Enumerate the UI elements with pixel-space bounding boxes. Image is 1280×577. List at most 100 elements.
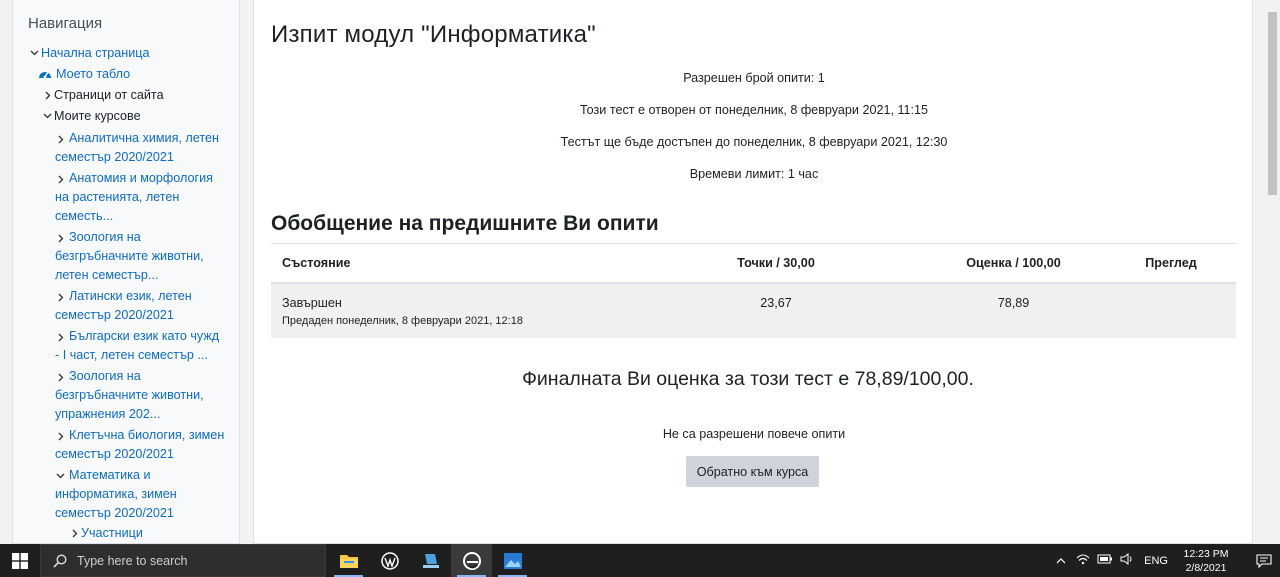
nav-course-label[interactable]: Латински език, летен — [55, 287, 239, 306]
nav-course-label[interactable]: семестър 2020/2021 — [55, 445, 239, 464]
nav-course-label[interactable]: информатика, зимен — [55, 485, 239, 504]
nav-course-label[interactable]: семестър 2020/2021 — [55, 148, 239, 167]
nav-course-label[interactable]: семестър 2020/2021 — [55, 504, 239, 523]
taskbar-wordpress[interactable] — [369, 544, 410, 577]
folder-icon — [339, 554, 358, 568]
nav-course-label[interactable]: семестър 2020/2021 — [55, 306, 239, 325]
nav-course-item[interactable]: Клетъчна биология, зимен семестър 2020/2… — [13, 425, 239, 465]
attempt-state: Завършен — [282, 295, 342, 310]
edge-browser-icon — [462, 551, 481, 570]
chevron-right-icon — [54, 288, 67, 309]
nav-item-participants[interactable]: Участници — [13, 524, 239, 543]
nav-course-label[interactable]: Зоология на — [55, 228, 239, 247]
system-tray: ENG 12:23 PM 2/8/2021 — [1050, 544, 1280, 577]
taskbar-search-box[interactable]: Type here to search — [40, 544, 326, 577]
taskbar-photos[interactable] — [492, 544, 533, 577]
search-icon — [53, 553, 67, 568]
clock-time: 12:23 PM — [1183, 547, 1229, 560]
notification-center-icon[interactable] — [1248, 553, 1280, 568]
attempts-summary-title: Обобщение на предишните Ви опити — [271, 212, 659, 235]
nav-course-label[interactable]: безгръбначните животни, — [55, 247, 239, 266]
scrollbar-thumb[interactable] — [1268, 12, 1277, 195]
attempts-allowed-text: Разрешен брой опити: 1 — [683, 71, 825, 85]
chevron-down-icon — [28, 44, 41, 63]
nav-course-label[interactable]: семесть... — [55, 207, 239, 226]
chevron-right-icon — [54, 368, 67, 389]
nav-dashboard-label[interactable]: Моето табло — [56, 65, 130, 84]
page-scrollbar[interactable] — [1265, 0, 1280, 544]
nav-course-item-expanded[interactable]: Математика и информатика, зимен семестър… — [13, 465, 239, 524]
chevron-right-icon — [41, 86, 54, 107]
nav-course-item[interactable]: Зоология на безгръбначните животни, упра… — [13, 366, 239, 425]
taskbar-clock[interactable]: 12:23 PM 2/8/2021 — [1178, 547, 1234, 575]
page-title: Изпит модул "Информатика" — [271, 21, 596, 48]
nav-my-courses-label[interactable]: Моите курсове — [54, 107, 141, 126]
nav-course-label[interactable]: Зоология на — [55, 367, 239, 386]
start-button[interactable] — [0, 544, 40, 577]
wifi-icon[interactable] — [1072, 553, 1094, 568]
no-more-attempts-text: Не са разрешени повече опити — [662, 427, 846, 441]
nav-item-home[interactable]: Начална страница — [13, 44, 239, 65]
photos-icon — [503, 552, 522, 569]
nav-course-item[interactable]: Зоология на безгръбначните животни, лете… — [13, 227, 239, 286]
nav-course-label[interactable]: Анатомия и морфология — [55, 169, 239, 188]
chevron-right-icon — [54, 130, 67, 151]
chevron-right-icon — [54, 170, 67, 191]
navigation-block: Навигация Начална страница Моето табло С… — [12, 0, 240, 544]
taskbar: Type here to search ENG 12:23 PM 2/8/202… — [0, 544, 1280, 577]
attempt-submitted-date: Предаден понеделник, 8 февруари 2021, 12… — [282, 314, 523, 327]
nav-course-label[interactable]: Аналитична химия, летен — [55, 129, 239, 148]
taskbar-store[interactable] — [410, 544, 451, 577]
nav-course-item[interactable]: Латински език, летен семестър 2020/2021 — [13, 286, 239, 326]
battery-icon[interactable] — [1094, 554, 1116, 567]
quiz-open-text: Този тест е отворен от понеделник, 8 фев… — [579, 103, 929, 117]
download-icon — [422, 553, 439, 568]
navigation-title: Навигация — [28, 15, 103, 32]
input-language-indicator[interactable]: ENG — [1144, 555, 1168, 567]
volume-icon[interactable] — [1116, 553, 1138, 568]
time-limit-text: Времеви лимит: 1 час — [689, 167, 819, 181]
nav-course-label[interactable]: Български език като чужд — [55, 327, 239, 346]
column-header-grade: Оценка / 100,00 — [921, 243, 1106, 284]
nav-home-label[interactable]: Начална страница — [41, 44, 149, 63]
chevron-right-icon — [54, 328, 67, 349]
quiz-close-text: Тестът ще бъде достъпен до понеделник, 8… — [560, 135, 948, 149]
wordpress-icon — [380, 551, 399, 570]
nav-course-label[interactable]: на растенията, летен — [55, 188, 239, 207]
chevron-right-icon — [54, 229, 67, 250]
attempts-summary-table: Състояние Точки / 30,00 Оценка / 100,00 … — [271, 243, 1236, 338]
attempt-points-cell: 23,67 — [631, 282, 921, 338]
nav-course-item[interactable]: Български език като чужд - I част, летен… — [13, 326, 239, 366]
attempt-grade-cell: 78,89 — [921, 282, 1106, 338]
nav-course-item[interactable]: Анатомия и морфология на растенията, лет… — [13, 168, 239, 227]
chevron-up-icon[interactable] — [1050, 555, 1072, 567]
nav-site-pages-label[interactable]: Страници от сайта — [54, 86, 164, 105]
chevron-right-icon — [68, 524, 81, 543]
taskbar-edge[interactable] — [451, 544, 492, 577]
windows-logo-icon — [12, 552, 28, 569]
column-header-review: Преглед — [1106, 243, 1236, 284]
nav-course-item[interactable]: Аналитична химия, летен семестър 2020/20… — [13, 128, 239, 168]
nav-course-label[interactable]: - I част, летен семестър ... — [55, 346, 239, 365]
column-header-points: Точки / 30,00 — [631, 243, 921, 284]
nav-course-label[interactable]: упражнения 202... — [55, 405, 239, 424]
nav-course-label[interactable]: Математика и — [55, 466, 239, 485]
nav-item-my-courses[interactable]: Моите курсове — [13, 107, 239, 128]
nav-item-dashboard[interactable]: Моето табло — [13, 65, 239, 86]
back-to-course-button[interactable]: Обратно към курса — [686, 456, 819, 487]
attempt-state-cell: Завършен Предаден понеделник, 8 февруари… — [271, 282, 631, 338]
clock-date: 2/8/2021 — [1185, 561, 1227, 574]
nav-item-site-pages[interactable]: Страници от сайта — [13, 86, 239, 107]
attempt-review-cell — [1106, 282, 1236, 338]
nav-course-label[interactable]: Клетъчна биология, зимен — [55, 426, 239, 445]
nav-course-label[interactable]: безгръбначните животни, — [55, 386, 239, 405]
navigation-tree: Начална страница Моето табло Страници от… — [13, 44, 239, 543]
table-row: Завършен Предаден понеделник, 8 февруари… — [271, 282, 1236, 338]
taskbar-file-explorer[interactable] — [328, 544, 369, 577]
nav-participants-label[interactable]: Участници — [81, 524, 143, 543]
chevron-down-icon — [41, 107, 54, 126]
nav-course-label[interactable]: летен семестър... — [55, 266, 239, 285]
column-header-state: Състояние — [271, 243, 631, 284]
search-placeholder: Type here to search — [77, 553, 188, 568]
chevron-right-icon — [54, 427, 67, 448]
